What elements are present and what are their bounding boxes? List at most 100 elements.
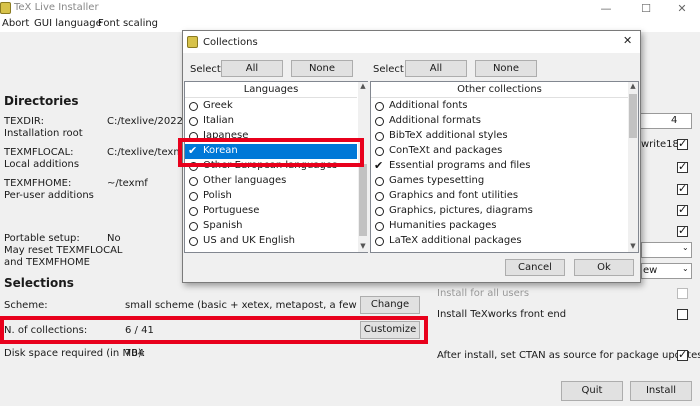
collection-item-label: ConTeXt and packages: [389, 145, 503, 156]
write18-label: write18: [641, 139, 679, 150]
menu-font-scaling[interactable]: Font scaling: [98, 18, 158, 29]
change-scheme-button[interactable]: Change: [360, 296, 420, 314]
ctan-source-label: After install, set CTAN as source for pa…: [437, 350, 700, 361]
scroll-up-icon[interactable]: ▲: [628, 82, 638, 90]
collection-item-label: LaTeX additional packages: [389, 235, 522, 246]
collection-item-label: Additional formats: [389, 115, 481, 126]
other-collections-scroll-thumb[interactable]: [629, 94, 637, 138]
collection-item[interactable]: BibTeX additional styles: [371, 129, 628, 144]
language-item-label: Portuguese: [203, 205, 260, 216]
tex-live-app-icon: [0, 2, 11, 14]
languages-items: Greek Italian Japanese ✔ Korean Other Europea…: [185, 99, 357, 249]
ctan-source-checkbox[interactable]: [677, 348, 688, 361]
collection-item[interactable]: Graphics, pictures, diagrams: [371, 204, 628, 219]
language-item-label: Spanish: [203, 220, 243, 231]
other-collections-listbox[interactable]: Other collections Additional fonts Additi…: [370, 81, 639, 253]
language-item-label: Italian: [203, 115, 235, 126]
radio-circle-icon[interactable]: [375, 177, 384, 186]
radio-circle-icon[interactable]: [375, 237, 384, 246]
radio-circle-icon[interactable]: [375, 207, 384, 216]
dialog-close-icon[interactable]: ✕: [623, 34, 632, 47]
collection-item[interactable]: Additional fonts: [371, 99, 628, 114]
dialog-app-icon: [187, 36, 198, 48]
menu-abort[interactable]: Abort: [2, 18, 29, 29]
option-checkbox-5[interactable]: [677, 224, 688, 237]
window-title: TeX Live Installer: [14, 2, 99, 13]
languages-select-label: Select: [190, 64, 221, 75]
install-all-users-checkbox[interactable]: [677, 288, 688, 299]
texmfhome-description: Per-user additions: [4, 190, 94, 201]
install-button[interactable]: Install: [630, 381, 692, 401]
ok-button[interactable]: Ok: [574, 259, 634, 276]
others-select-all-button[interactable]: All: [405, 60, 467, 77]
language-item[interactable]: US and UK English: [185, 234, 357, 249]
menu-gui-language[interactable]: GUI language: [34, 18, 102, 29]
option-combo-2[interactable]: ⌄: [641, 242, 692, 258]
install-texworks-checkbox[interactable]: [677, 309, 688, 320]
radio-circle-icon[interactable]: [375, 132, 384, 141]
radio-circle-icon[interactable]: [189, 102, 198, 111]
language-item-label: US and UK English: [203, 235, 296, 246]
collection-item[interactable]: Additional formats: [371, 114, 628, 129]
write18-checkbox[interactable]: [677, 137, 688, 150]
minimize-button[interactable]: —: [591, 1, 621, 17]
language-item[interactable]: Other languages: [185, 174, 357, 189]
others-select-label: Select: [373, 64, 404, 75]
maximize-button[interactable]: ☐: [631, 1, 661, 17]
languages-scroll-thumb[interactable]: [359, 164, 367, 236]
languages-scrollbar[interactable]: ▲ ▼: [358, 82, 368, 252]
quit-button[interactable]: Quit: [561, 381, 623, 401]
collection-item-label: Additional fonts: [389, 100, 468, 111]
texmfhome-label: TEXMFHOME:: [4, 178, 72, 189]
customize-collections-button[interactable]: Customize: [360, 321, 420, 339]
option-combo-1-value: 4: [671, 115, 678, 126]
collection-item[interactable]: Humanities packages: [371, 219, 628, 234]
radio-circle-icon[interactable]: [375, 147, 384, 156]
language-item[interactable]: Greek: [185, 99, 357, 114]
languages-header: Languages: [243, 84, 299, 95]
option-checkbox-3[interactable]: [677, 182, 688, 195]
scroll-down-icon[interactable]: ▼: [628, 242, 638, 250]
texdir-description: Installation root: [4, 128, 83, 139]
language-item[interactable]: Spanish: [185, 219, 357, 234]
option-combo-3-value: ew: [643, 265, 658, 276]
radio-circle-icon[interactable]: [375, 102, 384, 111]
languages-select-none-button[interactable]: None: [291, 60, 353, 77]
radio-circle-icon[interactable]: [375, 117, 384, 126]
collection-item[interactable]: ✔ Essential programs and files: [371, 159, 628, 174]
portable-setup-desc-1: May reset TEXMFLOCAL: [4, 245, 123, 256]
texdir-label: TEXDIR:: [4, 116, 44, 127]
language-item[interactable]: Polish: [185, 189, 357, 204]
checkmark-icon: ✔: [374, 159, 384, 172]
others-select-none-button[interactable]: None: [475, 60, 537, 77]
option-checkbox-4[interactable]: [677, 203, 688, 216]
languages-listbox[interactable]: Languages Greek Italian Japanese ✔ Korean Oth…: [184, 81, 368, 253]
radio-circle-icon[interactable]: [189, 207, 198, 216]
radio-circle-icon[interactable]: [189, 192, 198, 201]
install-texworks-label: Install TeXworks front end: [437, 309, 567, 320]
radio-circle-icon[interactable]: [189, 222, 198, 231]
other-collections-scrollbar[interactable]: ▲ ▼: [628, 82, 638, 252]
radio-circle-icon[interactable]: [375, 192, 384, 201]
texdir-value: C:/texlive/2022: [107, 116, 183, 127]
scroll-up-icon[interactable]: ▲: [358, 82, 368, 90]
language-item[interactable]: Italian: [185, 114, 357, 129]
cancel-button[interactable]: Cancel: [505, 259, 565, 276]
directories-heading: Directories: [4, 94, 79, 108]
languages-select-all-button[interactable]: All: [221, 60, 283, 77]
radio-circle-icon[interactable]: [375, 222, 384, 231]
radio-circle-icon[interactable]: [189, 177, 198, 186]
collection-item[interactable]: ConTeXt and packages: [371, 144, 628, 159]
option-combo-3[interactable]: ew ⌄: [641, 263, 692, 279]
dialog-title: Collections: [203, 37, 258, 48]
language-item[interactable]: Portuguese: [185, 204, 357, 219]
option-checkbox-2[interactable]: [677, 160, 688, 173]
collection-item[interactable]: LaTeX additional packages: [371, 234, 628, 249]
scroll-down-icon[interactable]: ▼: [358, 242, 368, 250]
collection-item[interactable]: Graphics and font utilities: [371, 189, 628, 204]
close-button[interactable]: ✕: [667, 1, 697, 17]
collection-item[interactable]: Games typesetting: [371, 174, 628, 189]
collection-item-label: Essential programs and files: [389, 160, 531, 171]
radio-circle-icon[interactable]: [189, 237, 198, 246]
radio-circle-icon[interactable]: [189, 117, 198, 126]
